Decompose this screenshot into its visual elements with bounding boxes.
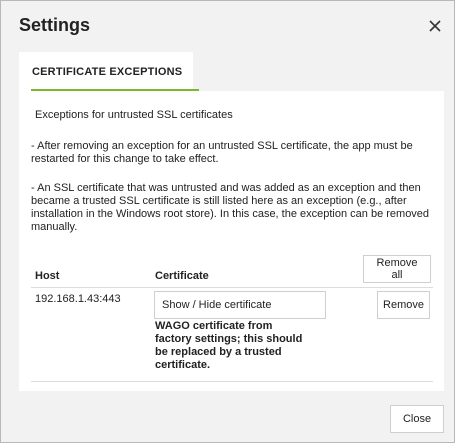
table-header-divider	[31, 287, 433, 288]
info-paragraph-trusted: - An SSL certificate that was untrusted …	[31, 182, 430, 233]
host-value: 192.168.1.43:443	[35, 293, 121, 305]
column-header-certificate: Certificate	[155, 270, 209, 282]
remove-all-button[interactable]: Remove all	[363, 255, 431, 283]
tab-label: CERTIFICATE EXCEPTIONS	[32, 66, 183, 78]
tab-certificate-exceptions[interactable]: CERTIFICATE EXCEPTIONS	[19, 52, 199, 92]
settings-dialog: Settings CERTIFICATE EXCEPTIONS Exceptio…	[0, 0, 455, 443]
column-header-host: Host	[35, 270, 60, 282]
close-icon[interactable]	[425, 16, 445, 36]
info-paragraph-restart: - After removing an exception for an unt…	[31, 140, 413, 165]
table-row-divider	[31, 381, 433, 382]
close-button[interactable]: Close	[390, 405, 444, 433]
dialog-title: Settings	[19, 15, 91, 35]
remove-button[interactable]: Remove	[377, 291, 430, 319]
section-heading: Exceptions for untrusted SSL certificate…	[35, 109, 233, 121]
show-hide-certificate-button[interactable]: Show / Hide certificate	[154, 291, 326, 319]
certificate-note: WAGO certificate from factory settings; …	[155, 320, 303, 371]
certificate-exceptions-panel: Exceptions for untrusted SSL certificate…	[19, 91, 444, 391]
